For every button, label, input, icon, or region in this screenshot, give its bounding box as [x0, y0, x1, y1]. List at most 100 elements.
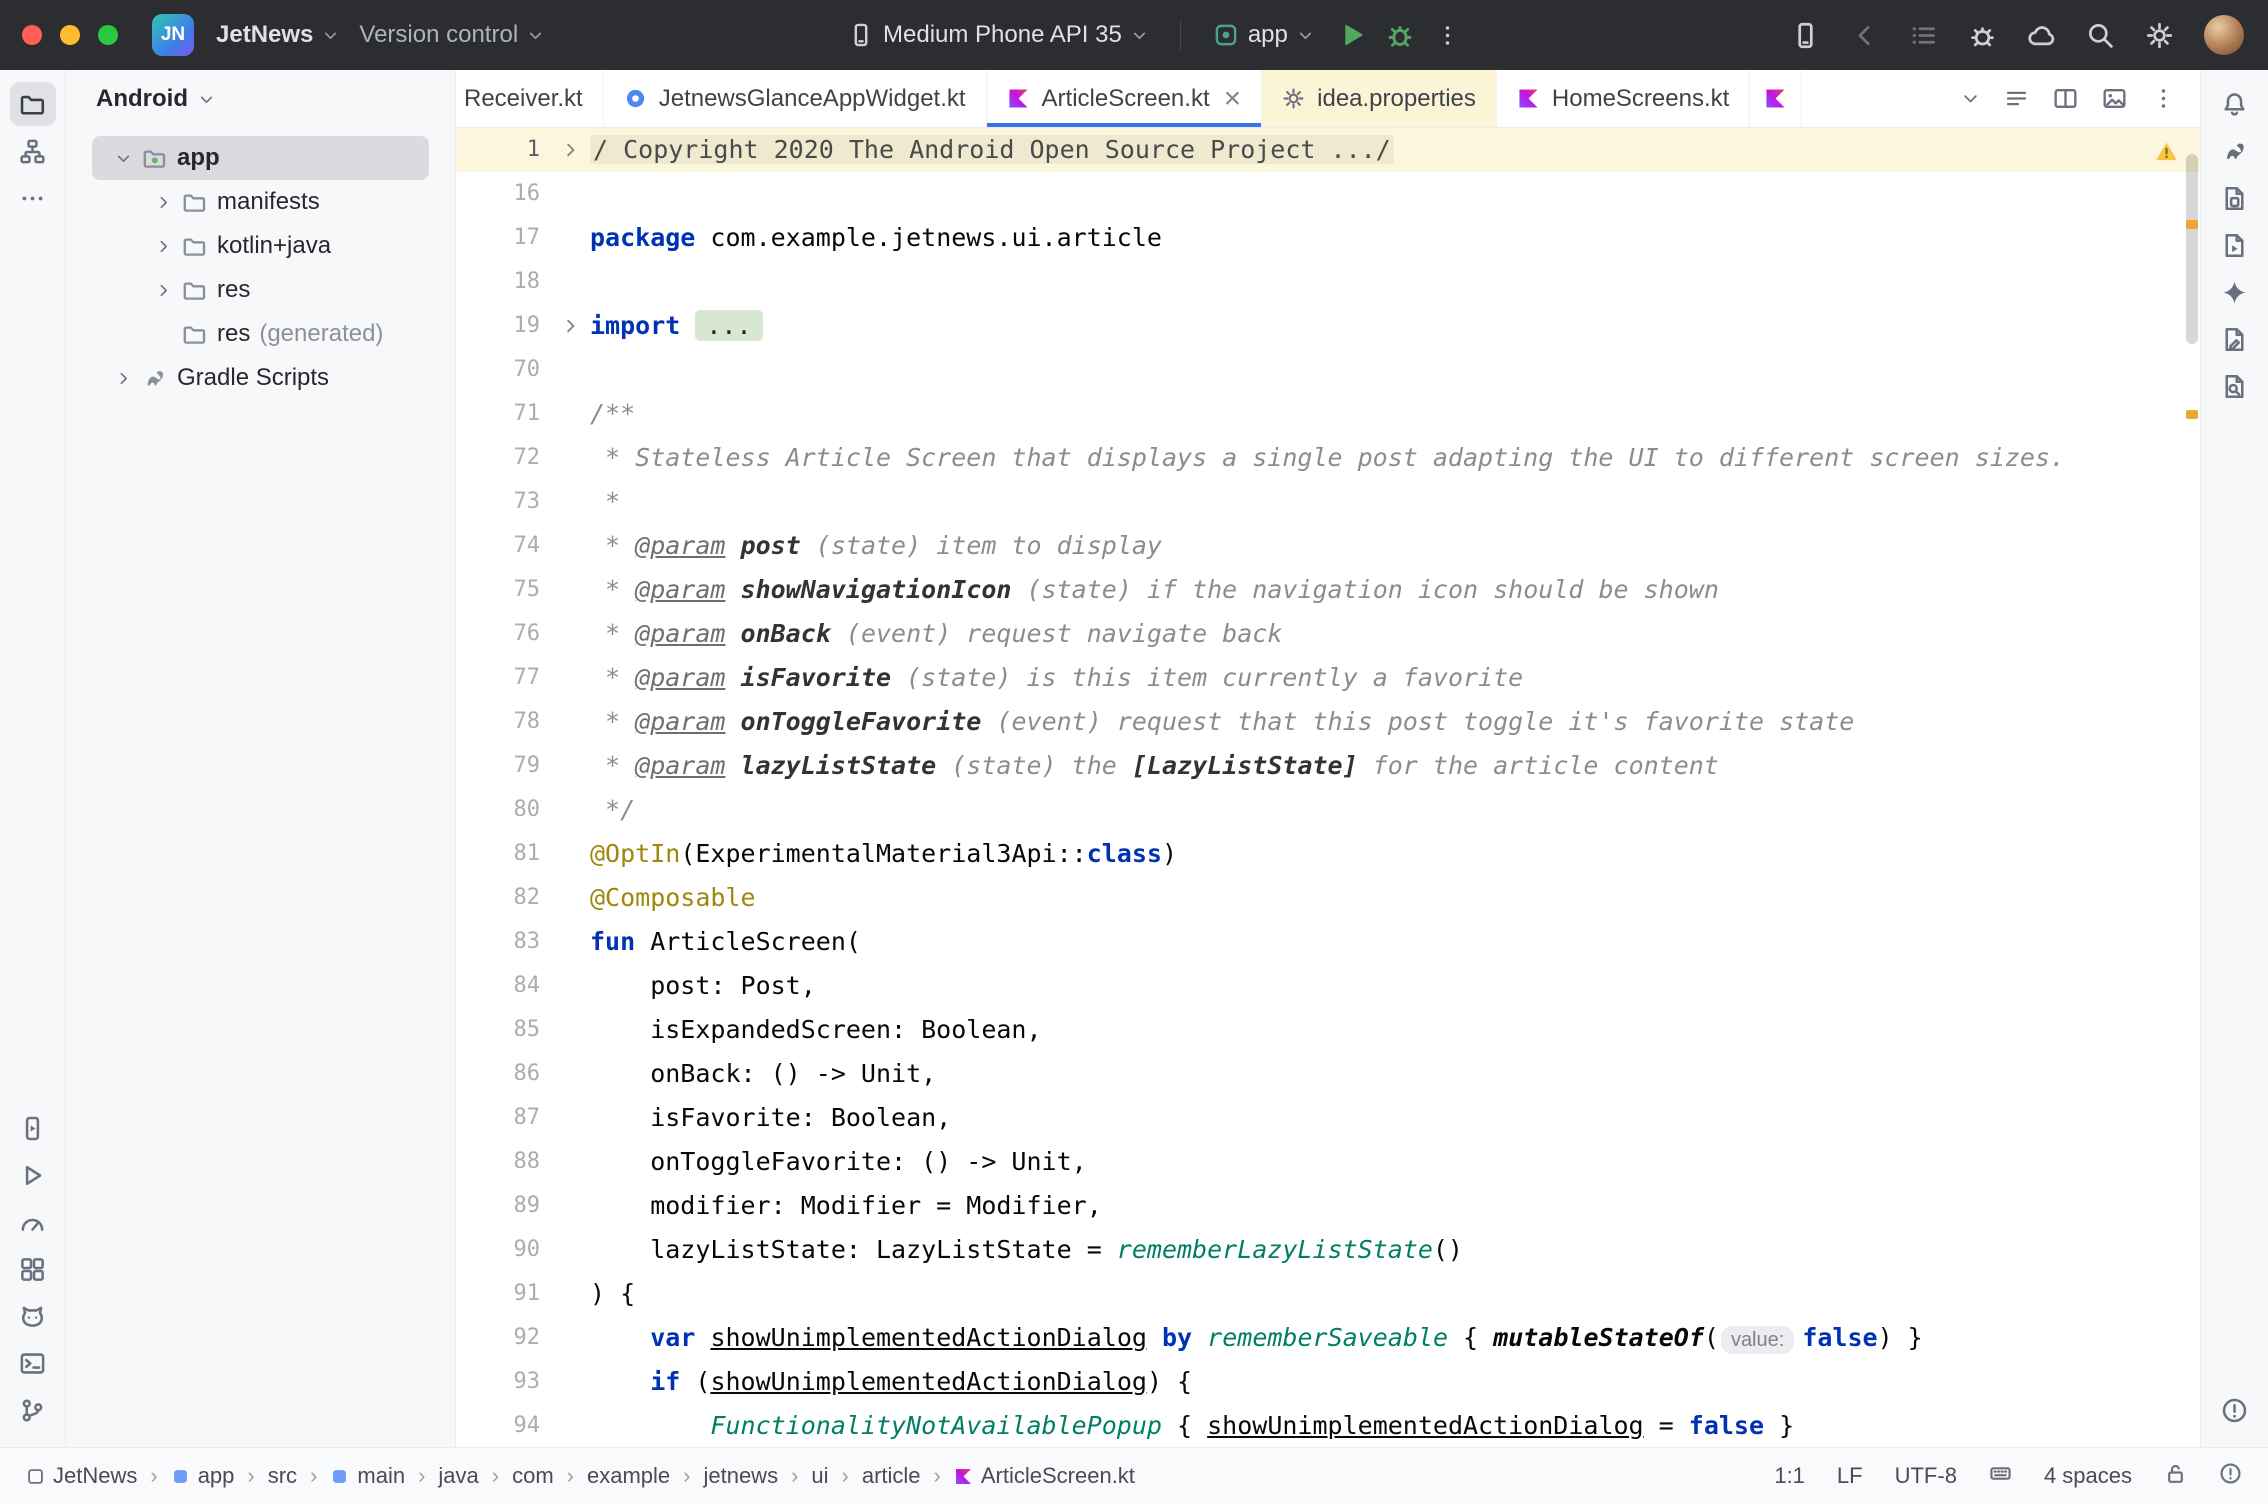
breadcrumb-jetnews[interactable]: jetnews [703, 1463, 778, 1489]
terminal-tool-button[interactable] [10, 1341, 56, 1385]
close-window-button[interactable] [22, 25, 42, 45]
fold-indicator-icon[interactable] [561, 317, 580, 336]
gutter-line-82[interactable]: 82 [456, 876, 590, 920]
gutter-line-87[interactable]: 87 [456, 1096, 590, 1140]
settings-button[interactable] [2145, 21, 2174, 50]
sync-status-button[interactable] [2027, 21, 2056, 50]
more-actions-button[interactable] [1428, 15, 1468, 55]
app-quality-insights-tool-button[interactable] [10, 1247, 56, 1291]
modified-line-marker[interactable] [2186, 220, 2198, 229]
code-line-text[interactable]: * Stateless Article Screen that displays… [590, 436, 2200, 480]
gutter-line-91[interactable]: 91 [456, 1272, 590, 1316]
device-manager-button[interactable] [1791, 21, 1820, 50]
read-write-status[interactable] [2164, 1462, 2187, 1491]
device-streaming-tool-button[interactable] [2212, 223, 2258, 267]
run-button[interactable] [1332, 15, 1372, 55]
logcat-tool-button[interactable] [10, 1294, 56, 1338]
code-line-text[interactable]: * @param onToggleFavorite (event) reques… [590, 700, 2200, 744]
gemini-tool-button[interactable] [2212, 270, 2258, 314]
code-line-text[interactable]: * @param post (state) item to display [590, 524, 2200, 568]
tree-chevron-slot[interactable] [146, 282, 180, 299]
code-line-text[interactable] [590, 260, 2200, 304]
editor-list-button[interactable] [2004, 86, 2029, 111]
code-line-text[interactable]: /** [590, 392, 2200, 436]
gutter-line-80[interactable]: 80 [456, 788, 590, 832]
navigate-back-button[interactable] [1850, 21, 1879, 50]
code-line-text[interactable]: isFavorite: Boolean, [590, 1096, 2200, 1140]
gutter-line-83[interactable]: 83 [456, 920, 590, 964]
gutter-line-79[interactable]: 79 [456, 744, 590, 788]
gutter-line-94[interactable]: 94 [456, 1404, 590, 1447]
gutter-line-70[interactable]: 70 [456, 348, 590, 392]
code-line-text[interactable]: fun ArticleScreen( [590, 920, 2200, 964]
search-everywhere-button[interactable] [2086, 21, 2115, 50]
code-line-text[interactable]: post: Post, [590, 964, 2200, 1008]
bug-report-button[interactable] [1968, 21, 1997, 50]
task-list-button[interactable] [1909, 21, 1938, 50]
device-file-explorer-tool-button[interactable] [2212, 176, 2258, 220]
run-configuration-selector[interactable]: app [1203, 15, 1324, 55]
tree-chevron-slot[interactable] [146, 194, 180, 211]
tree-item-manifests[interactable]: manifests [92, 180, 429, 224]
minimize-window-button[interactable] [60, 25, 80, 45]
tree-item-kotlin-java[interactable]: kotlin+java [92, 224, 429, 268]
breadcrumb-example[interactable]: example [587, 1463, 670, 1489]
split-editor-button[interactable] [2053, 86, 2078, 111]
editor-scrollbar[interactable] [2184, 128, 2200, 1447]
editor-tab-receiver-kt[interactable]: Receiver.kt [456, 70, 604, 127]
breadcrumb-app[interactable]: app [171, 1463, 235, 1489]
code-line-text[interactable]: var showUnimplementedActionDialog by rem… [590, 1316, 2200, 1360]
editor-tab-homescreens-kt[interactable]: HomeScreens.kt [1497, 70, 1750, 127]
gutter-line-78[interactable]: 78 [456, 700, 590, 744]
gutter-line-88[interactable]: 88 [456, 1140, 590, 1184]
gutter-line-84[interactable]: 84 [456, 964, 590, 1008]
code-line-text[interactable]: */ [590, 788, 2200, 832]
structure-tool-button[interactable] [10, 129, 56, 173]
code-line-text[interactable]: * @param onBack (event) request navigate… [590, 612, 2200, 656]
modified-line-marker[interactable] [2186, 410, 2198, 419]
gutter-line-74[interactable]: 74 [456, 524, 590, 568]
line-separator[interactable]: LF [1837, 1463, 1863, 1489]
project-tool-button[interactable] [10, 82, 56, 126]
code-line-text[interactable]: @Composable [590, 876, 2200, 920]
editor-tab-articlescreen-kt[interactable]: ArticleScreen.kt× [987, 70, 1263, 127]
gutter-line-76[interactable]: 76 [456, 612, 590, 656]
gutter-line-19[interactable]: 19 [456, 304, 590, 348]
gutter-line-72[interactable]: 72 [456, 436, 590, 480]
running-devices-tool-button[interactable] [10, 1106, 56, 1150]
code-line-text[interactable]: * [590, 480, 2200, 524]
file-encoding[interactable]: UTF-8 [1895, 1463, 1957, 1489]
gutter-line-1[interactable]: 1 [456, 128, 590, 172]
input-indicator[interactable] [1989, 1462, 2012, 1491]
tree-chevron-slot[interactable] [106, 150, 140, 167]
code-line-text[interactable]: lazyListState: LazyListState = rememberL… [590, 1228, 2200, 1272]
more-tool-windows-tool-button[interactable] [10, 176, 56, 220]
code-line-text[interactable]: * @param lazyListState (state) the [Lazy… [590, 744, 2200, 788]
gutter-line-71[interactable]: 71 [456, 392, 590, 436]
breadcrumb-jetnews[interactable]: JetNews [26, 1463, 137, 1489]
code-line-text[interactable]: package com.example.jetnews.ui.article [590, 216, 2200, 260]
find-in-file-tool-button[interactable] [2212, 364, 2258, 408]
gutter-line-18[interactable]: 18 [456, 260, 590, 304]
code-line-text[interactable]: onBack: () -> Unit, [590, 1052, 2200, 1096]
gutter-line-77[interactable]: 77 [456, 656, 590, 700]
editor-tab-partial[interactable] [1750, 70, 1802, 127]
notifications-tool-button[interactable] [2212, 82, 2258, 126]
editor-tab-jetnewsglanceappwidget-kt[interactable]: JetnewsGlanceAppWidget.kt [604, 70, 987, 127]
code-line-text[interactable] [590, 172, 2200, 216]
version-control-menu[interactable]: Version control [349, 15, 554, 55]
code-line-text[interactable]: if (showUnimplementedActionDialog) { [590, 1360, 2200, 1404]
breadcrumb-main[interactable]: main [330, 1463, 405, 1489]
hidden-tabs-button[interactable] [1961, 89, 1980, 108]
breadcrumb-java[interactable]: java [438, 1463, 478, 1489]
device-selector[interactable]: Medium Phone API 35 [838, 15, 1158, 55]
preview-button[interactable] [2102, 86, 2127, 111]
gradle-tool-button[interactable] [2212, 129, 2258, 173]
gutter-line-93[interactable]: 93 [456, 1360, 590, 1404]
code-line-text[interactable]: * @param isFavorite (state) is this item… [590, 656, 2200, 700]
project-menu[interactable]: JetNews [206, 15, 349, 55]
tree-chevron-slot[interactable] [106, 370, 140, 387]
code-line-text[interactable]: import ... [590, 304, 2200, 348]
code-line-text[interactable]: ) { [590, 1272, 2200, 1316]
breadcrumb-com[interactable]: com [512, 1463, 554, 1489]
